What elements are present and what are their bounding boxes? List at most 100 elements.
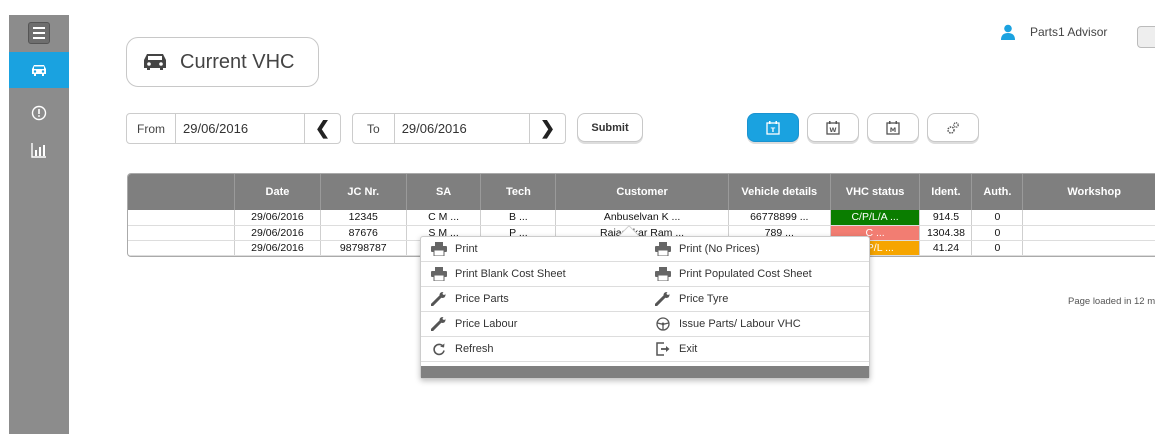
- refresh-icon: [430, 342, 448, 356]
- workshop-cell: [1022, 210, 1155, 226]
- menu-item-price-parts[interactable]: Price Parts: [421, 287, 645, 311]
- svg-text:W: W: [829, 126, 836, 134]
- to-date-field: To 29/06/2016 ❯: [352, 113, 566, 144]
- exit-icon: [654, 342, 672, 356]
- menu-item-label: Price Labour: [455, 318, 518, 330]
- page-load-time: Page loaded in 12 m: [1068, 296, 1155, 307]
- chevron-left-icon[interactable]: ❮: [304, 114, 340, 143]
- jc-cell: 12345: [320, 210, 407, 226]
- printer-icon: [654, 267, 672, 281]
- row-select-cell[interactable]: [128, 225, 236, 241]
- to-date-input[interactable]: 29/06/2016: [395, 121, 529, 136]
- menu-item-label: Issue Parts/ Labour VHC: [679, 318, 801, 330]
- ident-cell: 1304.38: [919, 225, 973, 241]
- menu-toggle-button[interactable]: [9, 15, 69, 51]
- steering-wheel-icon: [654, 317, 672, 331]
- customer-cell: Anbuselvan K ...: [555, 210, 729, 226]
- date-cell: 29/06/2016: [234, 210, 321, 226]
- menu-item-issue-parts-labour[interactable]: Issue Parts/ Labour VHC: [645, 312, 869, 336]
- sidebar-item-current-vhc[interactable]: [9, 52, 69, 88]
- column-header-vehicle[interactable]: Vehicle details: [728, 174, 831, 210]
- row-select-cell[interactable]: [128, 240, 236, 256]
- column-header-customer[interactable]: Customer: [555, 174, 729, 210]
- chevron-right-icon[interactable]: ❯: [529, 114, 565, 143]
- menu-item-price-tyre[interactable]: Price Tyre: [645, 287, 869, 311]
- menu-item-label: Print Populated Cost Sheet: [679, 268, 812, 280]
- table-row[interactable]: 29/06/2016 12345 C M ... B ... Anbuselva…: [128, 210, 1155, 226]
- bar-chart-icon: [31, 143, 46, 158]
- menu-item-refresh[interactable]: Refresh: [421, 337, 645, 361]
- column-header-sa[interactable]: SA: [406, 174, 482, 210]
- hamburger-icon: [28, 22, 50, 44]
- ident-cell: 914.5: [919, 210, 973, 226]
- menu-item-exit[interactable]: Exit: [645, 337, 869, 361]
- wrench-icon: [654, 292, 672, 306]
- menu-item-label: Print Blank Cost Sheet: [455, 268, 566, 280]
- vehicle-cell: 66778899 ...: [728, 210, 831, 226]
- context-menu: Print Print (No Prices) Print Blank Cost…: [420, 236, 870, 379]
- svg-text:M: M: [890, 126, 896, 134]
- workshop-cell: [1022, 225, 1155, 241]
- today-view-button[interactable]: T: [747, 113, 799, 142]
- jc-cell: 98798787: [320, 240, 407, 256]
- workshop-cell: [1022, 240, 1155, 256]
- tech-cell: B ...: [480, 210, 557, 226]
- jc-cell: 87676: [320, 225, 407, 241]
- submit-button[interactable]: Submit: [577, 113, 643, 142]
- week-view-button[interactable]: W: [807, 113, 859, 142]
- menu-item-label: Print (No Prices): [679, 243, 760, 255]
- user-icon: [1001, 24, 1015, 40]
- sa-cell: C M ...: [406, 210, 482, 226]
- row-select-cell[interactable]: [128, 210, 236, 226]
- svg-text:T: T: [771, 126, 776, 134]
- menu-item-print-blank-cost-sheet[interactable]: Print Blank Cost Sheet: [421, 262, 645, 286]
- column-header-date[interactable]: Date: [234, 174, 321, 210]
- page-title-card: Current VHC: [126, 37, 319, 87]
- menu-item-price-labour[interactable]: Price Labour: [421, 312, 645, 336]
- menu-item-print[interactable]: Print: [421, 237, 645, 261]
- date-cell: 29/06/2016: [234, 225, 321, 241]
- printer-icon: [430, 242, 448, 256]
- auth-cell: 0: [971, 240, 1024, 256]
- column-header-vhc-status[interactable]: VHC status: [830, 174, 921, 210]
- from-date-input[interactable]: 29/06/2016: [176, 121, 304, 136]
- user-name: Parts1 Advisor: [1030, 25, 1108, 39]
- menu-item-label: Refresh: [455, 343, 494, 355]
- ident-cell: 41.24: [919, 240, 973, 256]
- car-icon: [32, 65, 46, 76]
- car-icon: [144, 54, 166, 70]
- menu-item-label: Price Tyre: [679, 293, 729, 305]
- column-header-auth[interactable]: Auth.: [971, 174, 1024, 210]
- calendar-today-icon: T: [766, 120, 780, 135]
- wrench-icon: [430, 292, 448, 306]
- from-date-field: From 29/06/2016 ❮: [126, 113, 341, 144]
- vhc-status-cell: C/P/L/A ...: [830, 210, 921, 226]
- sidebar-item-alerts[interactable]: [9, 95, 69, 131]
- menu-item-print-no-prices[interactable]: Print (No Prices): [645, 237, 869, 261]
- logout-button[interactable]: [1137, 26, 1155, 48]
- sidebar: [0, 0, 69, 434]
- column-header-workshop[interactable]: Workshop: [1022, 174, 1155, 210]
- printer-icon: [654, 242, 672, 256]
- date-cell: 29/06/2016: [234, 240, 321, 256]
- user-info[interactable]: Parts1 Advisor: [1000, 24, 1107, 40]
- menu-item-label: Print: [455, 243, 478, 255]
- menu-item-print-populated-cost-sheet[interactable]: Print Populated Cost Sheet: [645, 262, 869, 286]
- auth-cell: 0: [971, 210, 1024, 226]
- column-header-tech[interactable]: Tech: [480, 174, 557, 210]
- sidebar-item-reports[interactable]: [9, 132, 69, 168]
- column-header-ident[interactable]: Ident.: [919, 174, 973, 210]
- month-view-button[interactable]: M: [867, 113, 919, 142]
- menu-item-label: Price Parts: [455, 293, 509, 305]
- column-header-select: [128, 174, 236, 210]
- calendar-week-icon: W: [826, 120, 840, 135]
- column-header-jc[interactable]: JC Nr.: [320, 174, 407, 210]
- auth-cell: 0: [971, 225, 1024, 241]
- menu-item-label: Exit: [679, 343, 698, 355]
- settings-button[interactable]: [927, 113, 979, 142]
- from-label: From: [127, 114, 176, 143]
- calendar-month-icon: M: [886, 120, 900, 135]
- gears-icon: [947, 121, 959, 134]
- alert-icon: [31, 105, 47, 121]
- printer-icon: [430, 267, 448, 281]
